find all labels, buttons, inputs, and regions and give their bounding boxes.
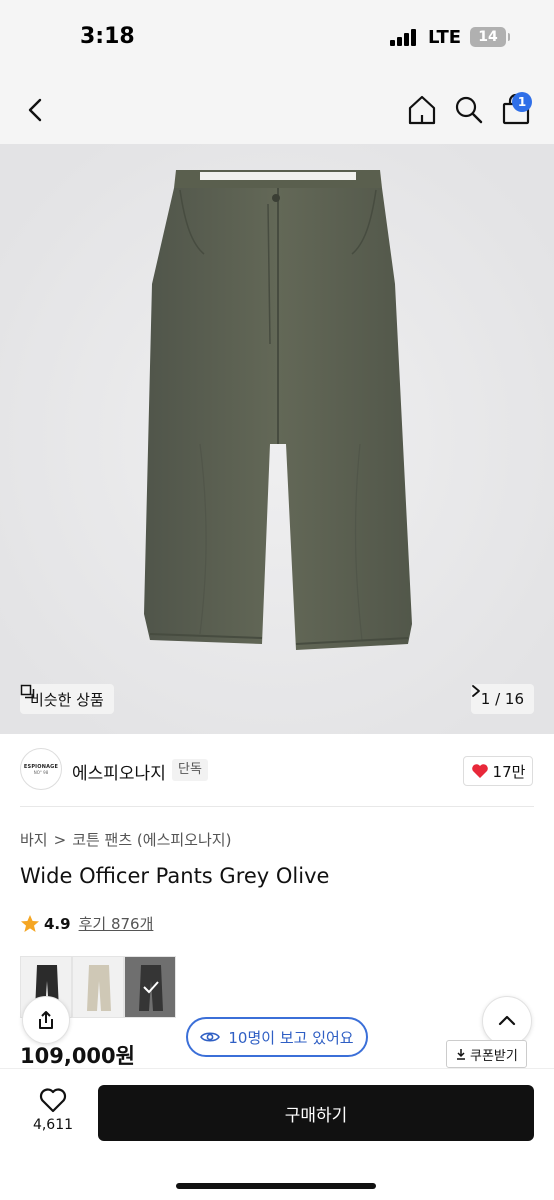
exclusive-badge: 단독 [172,759,208,781]
page-indicator-text: 1 / 16 [480,690,524,708]
product-price: 109,000원 [20,1044,135,1068]
rating-summary[interactable]: 4.9 후기 876개 [20,913,153,934]
product-photo-pants [0,144,554,734]
breadcrumb-separator: > [53,830,67,849]
heart-filled-icon [471,764,488,778]
chevron-up-icon [498,1015,516,1026]
chevron-right-icon [471,685,480,697]
color-option-olive-selected[interactable] [124,956,176,1018]
battery-icon: 14 [470,27,510,47]
scroll-to-top-button[interactable] [482,996,532,1046]
similar-icon [20,684,35,699]
viewers-label: 10명이 보고 있어요 [228,1028,354,1047]
status-bar: 3:18 LTE 14 [0,0,554,76]
brand-row: ESPIONAGE NO° 98 에스피오나지 단독 17만 [0,740,554,802]
thumb-pants-beige [87,965,111,1011]
breadcrumb-category[interactable]: 바지 [20,829,48,850]
rating-score: 4.9 [44,914,71,933]
wishlist-button[interactable]: 4,611 [28,1087,78,1133]
brand-like-count: 17만 [492,762,526,781]
gallery-page-indicator[interactable]: 1 / 16 [470,684,534,714]
buy-button[interactable]: 구매하기 [98,1085,534,1141]
cart-count-badge: 1 [512,92,532,112]
wishlist-count: 4,611 [32,1117,74,1133]
coupon-label: 쿠폰받기 [470,1048,518,1064]
home-button[interactable] [405,93,439,127]
brand-like-button[interactable]: 17만 [463,756,533,786]
nav-bar: 1 [0,76,554,144]
brand-name[interactable]: 에스피오나지 [72,759,166,784]
product-image-gallery[interactable]: 비슷한 상품 1 / 16 [0,144,554,734]
signal-icon [390,28,420,46]
similar-products-label: 비슷한 상품 [30,690,104,709]
brand-logo[interactable]: ESPIONAGE NO° 98 [20,748,62,790]
share-button[interactable] [22,996,70,1044]
review-count-link[interactable]: 후기 876개 [79,913,154,934]
similar-products-button[interactable]: 비슷한 상품 [20,684,114,714]
status-time: 3:18 [80,24,135,49]
color-option-beige[interactable] [72,956,124,1018]
download-icon [457,1049,465,1060]
chevron-left-icon [28,98,42,122]
breadcrumb-subcategory[interactable]: 코튼 팬츠 (에스피오나지) [72,829,231,850]
heart-outline-icon [39,1088,67,1113]
home-icon [408,95,436,125]
coupon-download-button[interactable]: 쿠폰받기 [446,1040,527,1068]
product-title: Wide Officer Pants Grey Olive [20,864,330,888]
back-button[interactable] [20,94,52,126]
home-indicator [176,1183,376,1189]
bottom-action-bar: 4,611 구매하기 [0,1068,554,1200]
network-type: LTE [428,27,462,48]
eye-icon [200,1032,221,1042]
breadcrumb: 바지 > 코튼 팬츠 (에스피오나지) [20,829,231,850]
viewers-count-pill[interactable]: 10명이 보고 있어요 [186,1017,368,1057]
star-icon [21,914,39,932]
search-button[interactable] [452,93,486,127]
divider [20,806,534,807]
share-icon [39,1011,53,1029]
thumb-pants-olive [139,965,163,1011]
search-icon [455,96,483,124]
